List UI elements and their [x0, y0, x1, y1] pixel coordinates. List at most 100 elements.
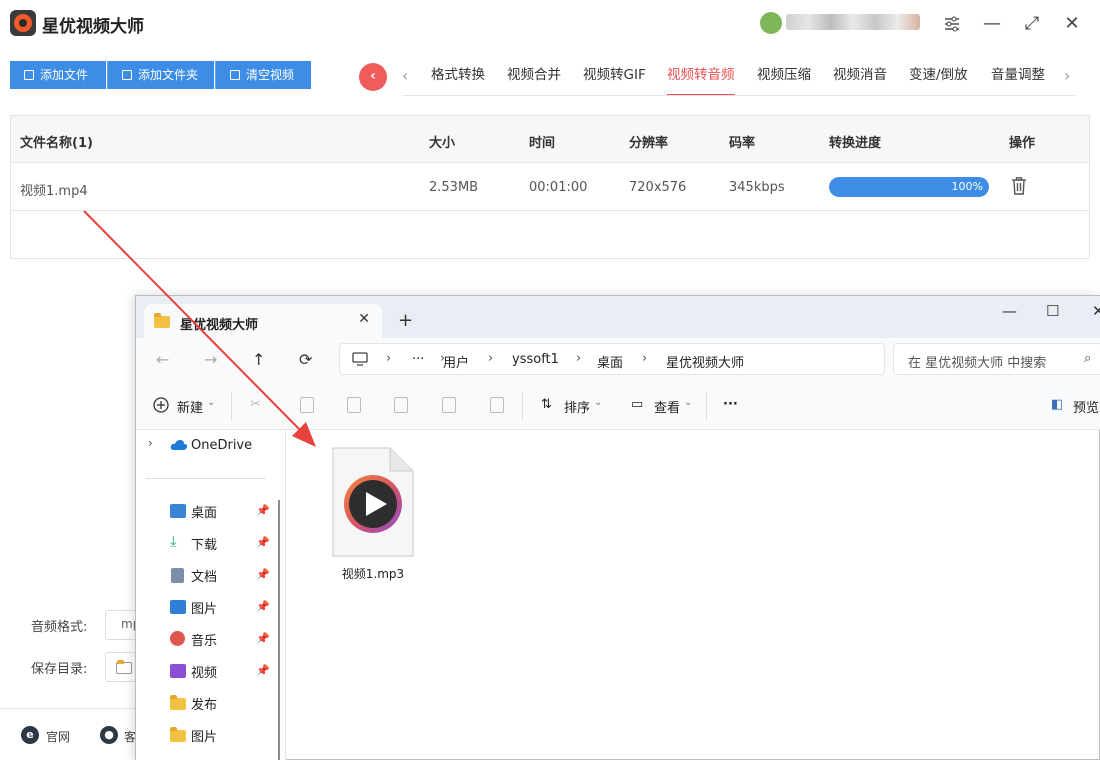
pin-icon: 📌 [256, 632, 270, 645]
sidebar-item-desktop[interactable]: 桌面 [191, 502, 217, 521]
progress-bar: 100% [829, 177, 989, 197]
close-icon[interactable]: ✕ [1058, 10, 1086, 38]
sort-button[interactable]: 排序 [564, 397, 590, 416]
header-resolution: 分辨率 [629, 136, 669, 151]
up-arrow-icon[interactable]: ↑ [252, 350, 265, 369]
tab-volume-adjust[interactable]: 音量调整 [991, 60, 1045, 96]
new-button[interactable]: 新建 [177, 397, 203, 416]
picture-icon [170, 600, 186, 614]
download-icon: ⤓ [170, 532, 177, 550]
plus-circle-icon [153, 397, 169, 413]
sidebar-item-pictures[interactable]: 图片 [191, 598, 217, 617]
tab-video-to-audio[interactable]: 视频转音频 [667, 60, 735, 96]
chevron-down-icon: ⌄ [684, 397, 693, 408]
header-actions: 操作 [1009, 136, 1036, 151]
more-options-button[interactable]: ··· [723, 397, 738, 412]
share-icon[interactable] [442, 397, 456, 413]
trash-icon [230, 70, 240, 80]
tab-video-compress[interactable]: 视频压缩 [757, 60, 811, 96]
sort-icon: ⇅ [541, 397, 552, 412]
search-box[interactable]: 在 星优视频大师 中搜索 ⌕ [893, 343, 1100, 375]
close-tab-icon[interactable]: ✕ [358, 311, 370, 327]
cmd-divider [522, 392, 523, 420]
pin-icon: 📌 [256, 664, 270, 677]
new-tab-icon[interactable]: + [398, 310, 413, 331]
monitor-icon [352, 352, 368, 366]
tab-speed-reverse[interactable]: 变速/倒放 [909, 60, 968, 96]
sidebar-scrollbar[interactable] [278, 500, 280, 760]
bottom-divider [0, 708, 140, 709]
table-row[interactable]: 视频1.mp4 2.53MB 00:01:00 720x576 345kbps … [11, 163, 1089, 211]
sidebar-item-videos[interactable]: 视频 [191, 662, 217, 681]
tabs-scroll-left-icon[interactable]: ‹ [402, 66, 408, 85]
breadcrumb-current[interactable]: 星优视频大师 [666, 352, 744, 371]
cell-filename: 视频1.mp4 [20, 184, 88, 199]
breadcrumb-overflow[interactable]: ··· [412, 352, 424, 367]
maximize-icon[interactable]: ⤢ [1018, 10, 1046, 38]
tabs-scroll-right-icon[interactable]: › [1064, 66, 1070, 85]
file-icon [24, 70, 34, 80]
add-folder-label: 添加文件夹 [138, 68, 199, 82]
chevron-down-icon: ⌄ [207, 397, 216, 408]
sidebar-divider [146, 478, 266, 479]
avatar[interactable] [760, 12, 782, 34]
breadcrumb-desktop[interactable]: 桌面 [597, 352, 623, 371]
breadcrumb-sep: › [642, 351, 648, 366]
clear-videos-label: 清空视频 [246, 68, 295, 82]
view-button[interactable]: 查看 [654, 397, 680, 416]
view-icon: ▭ [631, 397, 644, 412]
minimize-icon[interactable]: — [978, 10, 1006, 38]
trash-icon[interactable] [1011, 177, 1027, 195]
app-title: 星优视频大师 [42, 17, 144, 37]
sliders-icon[interactable] [938, 10, 966, 38]
sidebar-item-documents[interactable]: 文档 [191, 566, 217, 585]
chevron-down-icon: ⌄ [594, 397, 603, 408]
breadcrumb-users[interactable]: 用户 [443, 352, 469, 371]
clear-videos-button[interactable]: 清空视频 [215, 61, 311, 89]
refresh-icon[interactable]: ⟳ [299, 350, 312, 369]
search-icon[interactable]: ⌕ [1084, 351, 1091, 366]
sidebar-item-publish[interactable]: 发布 [191, 694, 217, 713]
sidebar-item-pictures-2[interactable]: 图片 [191, 726, 217, 745]
camera-icon [10, 10, 36, 36]
chevron-left-icon[interactable]: ‹ [359, 63, 387, 91]
sidebar-item-downloads[interactable]: 下载 [191, 534, 217, 553]
folder-icon [122, 70, 132, 80]
address-bar[interactable]: › ··· › 用户 › yssoft1 › 桌面 › 星优视频大师 [339, 343, 885, 375]
breadcrumb-sep: › [488, 351, 494, 366]
sidebar-item-music[interactable]: 音乐 [191, 630, 217, 649]
audio-format-label: 音频格式: [31, 620, 88, 635]
explorer-tab-title: 星优视频大师 [180, 318, 259, 333]
sidebar-item-onedrive[interactable]: OneDrive [191, 438, 252, 453]
rename-icon[interactable] [394, 397, 408, 413]
breadcrumb-sep: › [386, 351, 392, 366]
breadcrumb-yssoft1[interactable]: yssoft1 [512, 352, 559, 367]
table-header: 文件名称(1) 大小 时间 分辨率 码率 转换进度 操作 [11, 116, 1089, 163]
cut-icon[interactable]: ✂ [250, 397, 261, 412]
website-link[interactable]: 官网 [46, 728, 70, 745]
forward-arrow-icon[interactable]: → [204, 350, 217, 369]
tab-format-convert[interactable]: 格式转换 [431, 60, 485, 96]
maximize-icon[interactable]: ☐ [1046, 302, 1059, 320]
add-folder-button[interactable]: 添加文件夹 [107, 61, 214, 89]
minimize-icon[interactable]: — [1002, 302, 1017, 320]
explorer-tab[interactable]: 星优视频大师 ✕ [144, 304, 382, 338]
tab-video-to-gif[interactable]: 视频转GIF [583, 60, 646, 96]
website-icon[interactable]: e [21, 726, 39, 744]
close-icon[interactable]: ✕ [1092, 302, 1100, 320]
desktop-icon [170, 504, 186, 518]
pin-icon: 📌 [256, 504, 270, 517]
delete-icon[interactable] [490, 397, 504, 413]
document-icon [171, 568, 184, 583]
paste-icon[interactable] [347, 397, 361, 413]
file-name: 视频1.mp3 [341, 567, 405, 581]
tab-video-mute[interactable]: 视频消音 [833, 60, 887, 96]
chat-icon[interactable]: ● [100, 726, 118, 744]
preview-button[interactable]: 预览 [1073, 397, 1099, 416]
copy-icon[interactable] [300, 397, 314, 413]
expand-chevron-icon[interactable]: › [148, 436, 153, 450]
back-arrow-icon[interactable]: ← [156, 350, 169, 369]
file-table: 文件名称(1) 大小 时间 分辨率 码率 转换进度 操作 视频1.mp4 2.5… [10, 115, 1090, 259]
add-file-button[interactable]: 添加文件 [10, 61, 106, 89]
tab-video-merge[interactable]: 视频合并 [507, 60, 561, 96]
